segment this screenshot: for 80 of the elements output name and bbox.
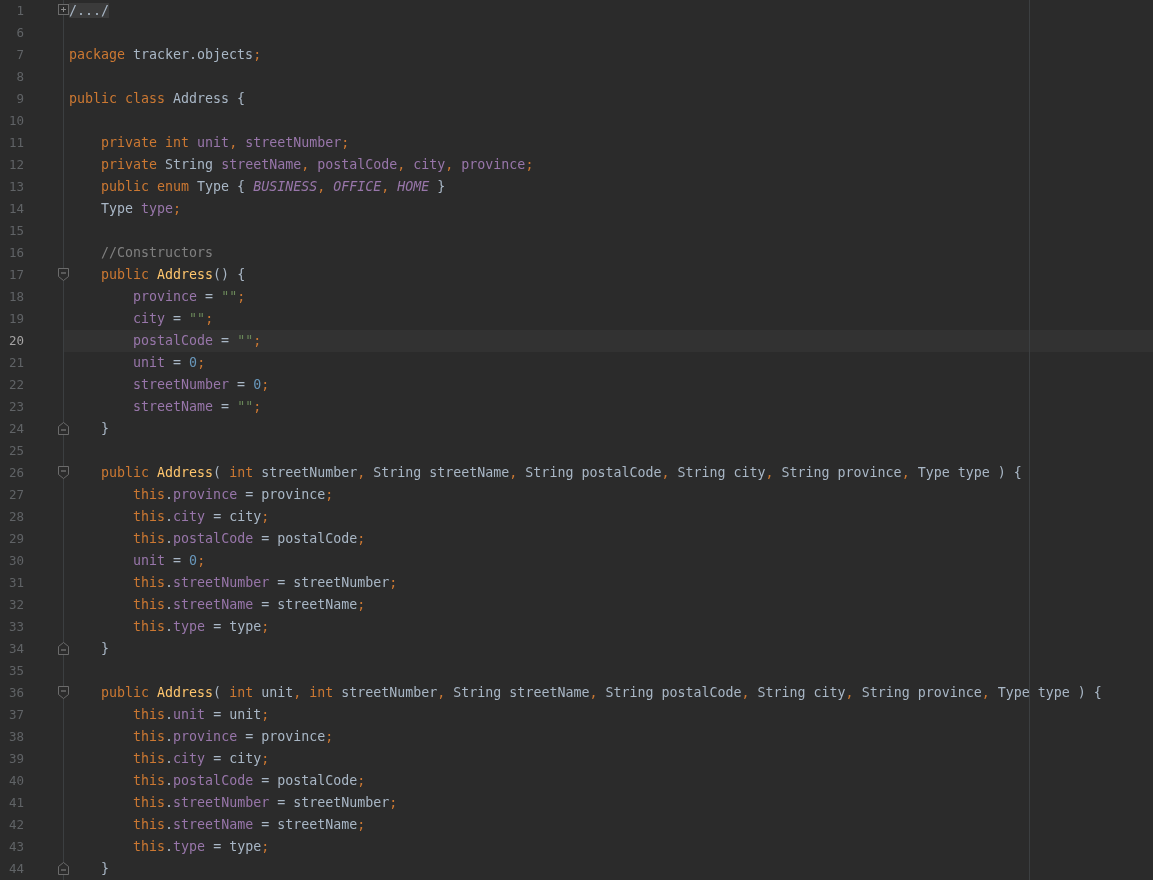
code-line: this.province = province; xyxy=(132,729,334,744)
code-line: streetNumber = 0; xyxy=(132,377,270,392)
line-number: 14 xyxy=(7,200,24,218)
line-number: 37 xyxy=(7,706,24,724)
line-number: 33 xyxy=(7,618,24,636)
line-number: 31 xyxy=(7,574,24,592)
line-number: 25 xyxy=(7,442,24,460)
line-number: 8 xyxy=(15,68,24,86)
line-number: 40 xyxy=(7,772,24,790)
code-line: } xyxy=(100,641,110,656)
line-number: 23 xyxy=(7,398,24,416)
code-line: this.streetNumber = streetNumber; xyxy=(132,575,398,590)
line-number: 21 xyxy=(7,354,24,372)
code-line: unit = 0; xyxy=(132,553,206,568)
code-line: this.postalCode = postalCode; xyxy=(132,773,366,788)
line-number: 1 xyxy=(15,2,24,20)
code-line: public class Address { xyxy=(69,91,246,106)
code-line: Type type; xyxy=(100,201,182,216)
code-line: public Address( int unit, int streetNumber, String streetName, String postalCode, String city, String province, Type type ) { xyxy=(100,685,1102,700)
code-line: this.streetName = streetName; xyxy=(132,817,366,832)
line-number: 10 xyxy=(7,112,24,130)
expand-icon[interactable] xyxy=(58,4,69,15)
line-number: 30 xyxy=(7,552,24,570)
code-line: this.streetNumber = streetNumber; xyxy=(132,795,398,810)
code-line: public enum Type { BUSINESS, OFFICE, HOME } xyxy=(100,179,446,194)
code-line: this.type = type; xyxy=(132,839,270,854)
code-line: province = ""; xyxy=(132,289,246,304)
line-number: 36 xyxy=(7,684,24,702)
collapse-icon[interactable] xyxy=(58,686,69,699)
line-number: 35 xyxy=(7,662,24,680)
collapse-icon[interactable] xyxy=(58,422,69,435)
code-line: public Address() { xyxy=(100,267,246,282)
line-number: 41 xyxy=(7,794,24,812)
code-line: private int unit, streetNumber; xyxy=(100,135,350,150)
code-line: this.streetName = streetName; xyxy=(132,597,366,612)
line-number: 32 xyxy=(7,596,24,614)
code-line: city = ""; xyxy=(132,311,214,326)
line-number: 9 xyxy=(15,90,24,108)
line-number: 22 xyxy=(7,376,24,394)
collapse-icon[interactable] xyxy=(58,642,69,655)
line-number: 20 xyxy=(7,332,24,350)
code-line: package tracker.objects; xyxy=(69,47,262,62)
line-number: 18 xyxy=(7,288,24,306)
line-number: 13 xyxy=(7,178,24,196)
collapse-icon[interactable] xyxy=(58,862,69,875)
line-number: 38 xyxy=(7,728,24,746)
line-number: 29 xyxy=(7,530,24,548)
code-line: postalCode = ""; xyxy=(132,333,262,348)
line-number: 24 xyxy=(7,420,24,438)
code-line: streetName = ""; xyxy=(132,399,262,414)
line-number: 27 xyxy=(7,486,24,504)
collapse-icon[interactable] xyxy=(58,466,69,479)
line-number: 11 xyxy=(7,134,24,152)
code-line: this.type = type; xyxy=(132,619,270,634)
code-line: //Constructors xyxy=(100,245,214,260)
collapse-icon[interactable] xyxy=(58,268,69,281)
line-number: 7 xyxy=(15,46,24,64)
line-number: 42 xyxy=(7,816,24,834)
code-line: this.postalCode = postalCode; xyxy=(132,531,366,546)
line-number: 43 xyxy=(7,838,24,856)
line-number: 19 xyxy=(7,310,24,328)
line-number: 26 xyxy=(7,464,24,482)
line-number: 6 xyxy=(15,24,24,42)
code-line: } xyxy=(100,421,110,436)
line-number: 15 xyxy=(7,222,24,240)
line-number: 17 xyxy=(7,266,24,284)
line-number: 12 xyxy=(7,156,24,174)
code-line: this.city = city; xyxy=(132,509,270,524)
code-line: private String streetName, postalCode, city, province; xyxy=(100,157,534,172)
line-number: 28 xyxy=(7,508,24,526)
code-line: this.unit = unit; xyxy=(132,707,270,722)
line-number: 44 xyxy=(7,860,24,878)
code-line: this.city = city; xyxy=(132,751,270,766)
code-line: unit = 0; xyxy=(132,355,206,370)
code-line: } xyxy=(100,861,110,876)
code-line: public Address( int streetNumber, String streetName, String postalCode, String city, String province, Type type ) { xyxy=(100,465,1022,480)
line-number: 34 xyxy=(7,640,24,658)
line-number: 16 xyxy=(7,244,24,262)
line-number: 39 xyxy=(7,750,24,768)
code-line: this.province = province; xyxy=(132,487,334,502)
